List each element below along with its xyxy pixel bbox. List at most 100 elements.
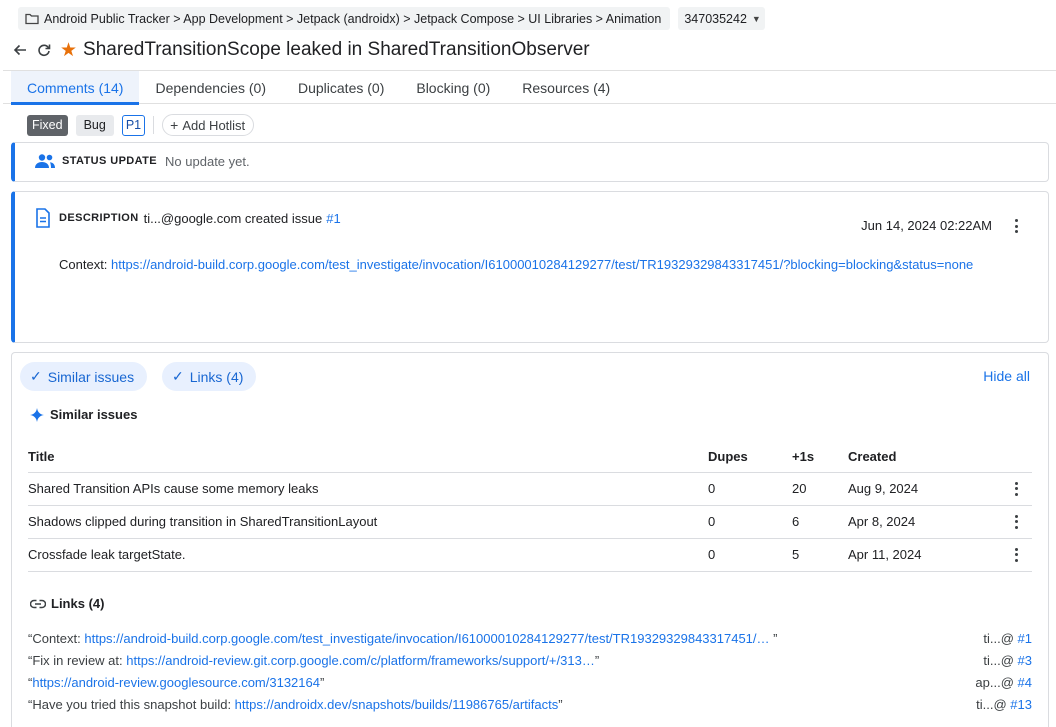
links-pill-label: Links (4) xyxy=(189,368,244,385)
table-header-row: Title Dupes +1s Created xyxy=(28,441,1032,473)
link-comment-ref[interactable]: #1 xyxy=(1018,631,1032,646)
link-prefix: “Fix in review at: xyxy=(28,652,127,668)
link-author: ti...@ xyxy=(983,630,1014,646)
link-url[interactable]: https://androidx.dev/snapshots/builds/11… xyxy=(235,697,559,712)
link-suffix: ” xyxy=(769,630,778,646)
link-suffix: ” xyxy=(319,674,325,690)
table-row[interactable]: Shadows clipped during transition in Sha… xyxy=(28,505,1032,539)
status-update-text: No update yet. xyxy=(165,153,250,169)
check-icon: ✓ xyxy=(30,368,42,384)
link-prefix: “Context: xyxy=(28,630,85,646)
context-label: Context: xyxy=(59,257,108,272)
column-title[interactable]: Title xyxy=(28,441,708,473)
context-link[interactable]: https://android-build.corp.google.com/te… xyxy=(111,257,973,272)
issue-id-dropdown[interactable]: 347035242 ▼ xyxy=(678,7,765,30)
link-comment-ref[interactable]: #3 xyxy=(1018,653,1032,668)
list-item: “Fix in review at: https://android-revie… xyxy=(28,649,1032,671)
related-panel: ✓ Similar issues ✓ Links (4) Hide all Si… xyxy=(11,352,1049,727)
row-created: Aug 9, 2024 xyxy=(848,472,1008,506)
issue-title: SharedTransitionScope leaked in SharedTr… xyxy=(83,39,590,60)
breadcrumb-bar: Android Public Tracker > App Development… xyxy=(18,7,765,30)
links-title: Links (4) xyxy=(51,596,105,611)
row-title[interactable]: Shared Transition APIs cause some memory… xyxy=(28,472,708,506)
priority-chip[interactable]: P1 xyxy=(121,114,146,136)
more-vert-icon[interactable] xyxy=(1008,513,1024,531)
link-url[interactable]: https://android-review.googlesource.com/… xyxy=(32,675,320,690)
similar-issues-pill-label: Similar issues xyxy=(47,368,135,385)
caret-down-icon: ▼ xyxy=(751,13,761,24)
link-author: ti...@ xyxy=(976,696,1007,712)
title-row: ★ SharedTransitionScope leaked in Shared… xyxy=(10,38,590,62)
row-created: Apr 11, 2024 xyxy=(848,538,1008,572)
links-heading: Links (4) xyxy=(30,596,104,611)
plus-icon: + xyxy=(170,117,179,133)
table-row[interactable]: Shared Transition APIs cause some memory… xyxy=(28,472,1032,506)
status-chip[interactable]: Fixed xyxy=(27,114,68,136)
issue-ref-link[interactable]: #1 xyxy=(326,211,340,226)
more-vert-icon[interactable] xyxy=(1008,217,1024,235)
description-label: DESCRIPTION xyxy=(59,212,139,224)
link-comment-ref[interactable]: #13 xyxy=(1010,697,1032,712)
row-dupes: 0 xyxy=(708,472,792,506)
document-icon xyxy=(35,208,51,228)
row-created: Apr 8, 2024 xyxy=(848,505,1008,539)
type-chip[interactable]: Bug xyxy=(75,114,114,136)
table-row[interactable]: Crossfade leak targetState. 0 5 Apr 11, … xyxy=(28,538,1032,572)
links-filter[interactable]: ✓ Links (4) xyxy=(162,362,257,391)
row-title[interactable]: Shadows clipped during transition in Sha… xyxy=(28,505,708,539)
back-arrow-icon[interactable] xyxy=(10,40,30,60)
people-icon xyxy=(34,153,56,169)
more-vert-icon[interactable] xyxy=(1008,480,1024,498)
list-item: “https://android-review.googlesource.com… xyxy=(28,671,1032,693)
description-card: DESCRIPTION ti...@google.com created iss… xyxy=(11,191,1049,343)
hide-all-button[interactable]: Hide all xyxy=(983,368,1030,384)
link-icon xyxy=(30,599,46,609)
description-context: Context: https://android-build.corp.goog… xyxy=(59,257,973,272)
tab-bar: Comments (14) Dependencies (0) Duplicate… xyxy=(3,70,1056,105)
issue-chips: Fixed Bug P1 + Add Hotlist xyxy=(27,114,255,136)
link-suffix: ” xyxy=(594,652,600,668)
issue-id: 347035242 xyxy=(684,11,747,26)
row-plus-ones: 20 xyxy=(792,472,848,506)
row-title[interactable]: Crossfade leak targetState. xyxy=(28,538,708,572)
tab-resources[interactable]: Resources (4) xyxy=(506,71,626,104)
status-update-card: STATUS UPDATE No update yet. xyxy=(11,142,1049,182)
sparkle-icon xyxy=(30,407,44,422)
refresh-icon[interactable] xyxy=(34,40,54,60)
column-created[interactable]: Created xyxy=(848,441,1008,473)
description-date: Jun 14, 2024 02:22AM xyxy=(861,218,992,233)
star-icon[interactable]: ★ xyxy=(60,41,77,60)
status-update-label: STATUS UPDATE xyxy=(62,155,158,167)
tab-comments[interactable]: Comments (14) xyxy=(11,71,140,105)
similar-issues-table: Title Dupes +1s Created Shared Transitio… xyxy=(28,441,1032,572)
links-list: “Context: https://android-build.corp.goo… xyxy=(28,627,1032,715)
breadcrumb[interactable]: Android Public Tracker > App Development… xyxy=(18,7,671,30)
similar-issues-filter[interactable]: ✓ Similar issues xyxy=(20,362,148,391)
column-dupes[interactable]: Dupes xyxy=(708,441,792,473)
link-url[interactable]: https://android-review.git.corp.google.c… xyxy=(126,653,595,668)
row-plus-ones: 5 xyxy=(792,538,848,572)
column-plus-ones[interactable]: +1s xyxy=(792,441,848,473)
link-suffix: ” xyxy=(558,696,563,712)
breadcrumb-text[interactable]: Android Public Tracker > App Development… xyxy=(44,12,661,26)
link-comment-ref[interactable]: #4 xyxy=(1018,675,1032,690)
tab-blocking[interactable]: Blocking (0) xyxy=(400,71,506,104)
list-item: “Have you tried this snapshot build: htt… xyxy=(28,693,1032,715)
row-dupes: 0 xyxy=(708,505,792,539)
folder-icon xyxy=(25,13,39,25)
tab-dependencies[interactable]: Dependencies (0) xyxy=(139,71,282,104)
tab-duplicates[interactable]: Duplicates (0) xyxy=(282,71,400,104)
row-plus-ones: 6 xyxy=(792,505,848,539)
link-author: ap...@ xyxy=(975,674,1014,690)
link-prefix: “Have you tried this snapshot build: xyxy=(28,696,235,712)
row-dupes: 0 xyxy=(708,538,792,572)
add-hotlist-button[interactable]: + Add Hotlist xyxy=(162,114,255,136)
similar-issues-heading: Similar issues xyxy=(30,407,137,422)
chip-divider xyxy=(153,116,155,134)
link-url[interactable]: https://android-build.corp.google.com/te… xyxy=(84,631,769,646)
more-vert-icon[interactable] xyxy=(1008,546,1024,564)
similar-issues-title: Similar issues xyxy=(50,407,138,422)
add-hotlist-label: Add Hotlist xyxy=(182,117,246,133)
column-menu xyxy=(1008,441,1032,473)
check-icon: ✓ xyxy=(172,368,184,384)
